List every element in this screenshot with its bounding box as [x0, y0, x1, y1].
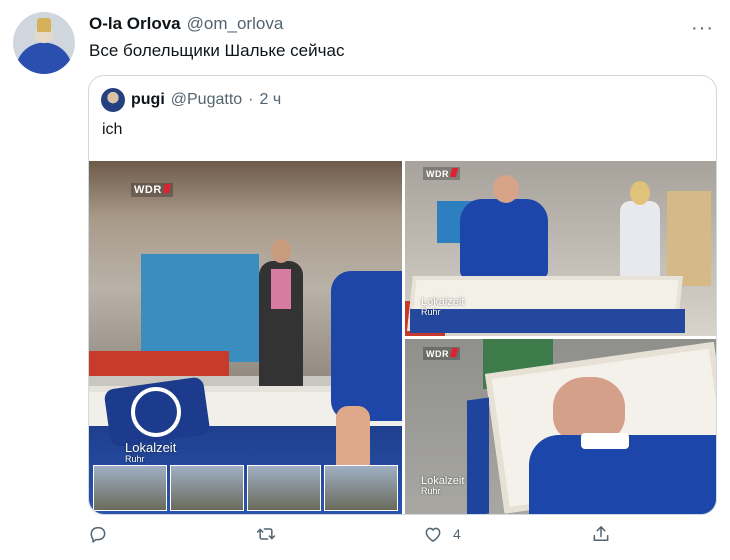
- quote-tweet[interactable]: pugi @Pugatto · 2 ч ich WDR Lokalzeit Ru…: [88, 75, 717, 515]
- overlay-subtitle: Ruhr: [421, 307, 441, 318]
- quote-text: ich: [102, 121, 123, 138]
- tweet-header: O-la Orlova @om_orlova: [89, 14, 283, 34]
- reply-icon: [90, 527, 106, 543]
- retweet-icon: [256, 528, 276, 540]
- channel-logo: WDR: [131, 183, 173, 197]
- heart-icon: [425, 527, 441, 542]
- tweet[interactable]: O-la Orlova @om_orlova ··· Все болельщик…: [0, 0, 730, 560]
- channel-logo: WDR: [423, 347, 460, 360]
- overlay-title: Lokalzeit: [125, 440, 177, 455]
- channel-logo: WDR: [423, 167, 460, 180]
- more-horizontal-icon[interactable]: ···: [691, 18, 714, 38]
- media-grid: WDR Lokalzeit Ruhr WDR Lokalzeit Ruhr WD…: [89, 161, 716, 514]
- share-icon: [593, 526, 609, 541]
- broadcast-overlay: Lokalzeit Ruhr: [421, 296, 464, 318]
- quote-separator: ·: [248, 91, 254, 108]
- broadcast-overlay: Lokalzeit Ruhr: [125, 440, 177, 465]
- retweet-button[interactable]: [256, 524, 276, 544]
- handle[interactable]: @om_orlova: [187, 14, 284, 34]
- reply-button[interactable]: [88, 524, 108, 544]
- quote-avatar[interactable]: [101, 88, 125, 112]
- overlay-subtitle: Ruhr: [421, 486, 441, 497]
- action-bar: 4: [88, 524, 648, 554]
- share-button[interactable]: [591, 524, 611, 544]
- avatar[interactable]: [13, 12, 75, 74]
- quote-timestamp[interactable]: 2 ч: [260, 91, 282, 109]
- quote-handle[interactable]: @Pugatto: [171, 91, 242, 109]
- quote-display-name[interactable]: pugi: [131, 91, 165, 109]
- overlay-subtitle: Ruhr: [125, 454, 145, 465]
- like-button[interactable]: 4: [423, 524, 461, 544]
- display-name[interactable]: O-la Orlova: [89, 14, 181, 34]
- quote-header: pugi @Pugatto · 2 ч: [101, 88, 281, 112]
- like-count: 4: [453, 526, 461, 542]
- schalke-logo-icon: [131, 387, 181, 437]
- media-image-1[interactable]: WDR Lokalzeit Ruhr: [89, 161, 402, 514]
- media-image-2[interactable]: WDR Lokalzeit Ruhr: [405, 161, 716, 336]
- media-image-3[interactable]: WDR Lokalzeit Ruhr: [405, 339, 716, 514]
- broadcast-overlay: Lokalzeit Ruhr: [421, 475, 464, 497]
- tweet-text: Все болельщики Шальке сейчас: [89, 41, 345, 60]
